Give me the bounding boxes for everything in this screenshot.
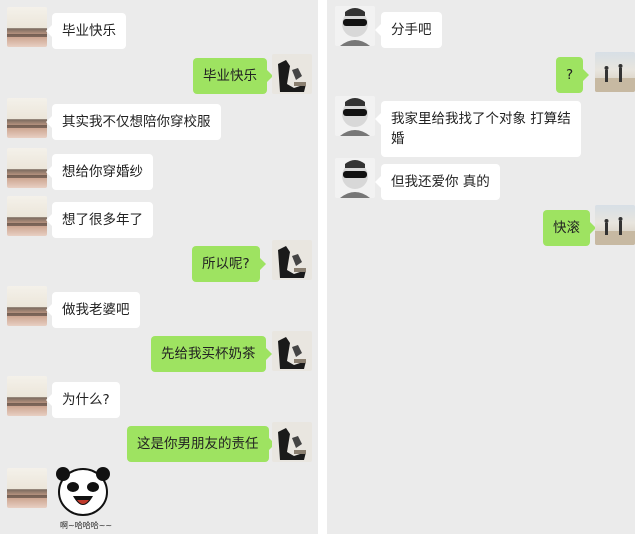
self-avatar-icon[interactable] [272, 54, 312, 94]
sunglasses-man-avatar-icon[interactable] [335, 6, 375, 46]
message-outgoing: ? [556, 57, 590, 93]
message-incoming: 做我老婆吧 [46, 292, 140, 328]
contact-avatar-icon[interactable] [7, 468, 47, 508]
panda-laugh-sticker-icon[interactable] [52, 466, 114, 518]
message-incoming: 我家里给我找了个对象 打算结婚 [375, 101, 581, 157]
message-incoming: 但我还爱你 真的 [375, 164, 500, 200]
message-incoming: 为什么? [46, 382, 120, 418]
sunglasses-man-avatar-icon[interactable] [335, 96, 375, 136]
message-outgoing: 毕业快乐 [193, 58, 273, 94]
right-chat-panel: 分手吧 ? 我家里给我找了个对象 打算结婚 但我还爱你 真的 快滚 [327, 0, 635, 534]
left-chat-panel: 毕业快乐 毕业快乐 其实我不仅想陪你穿校服 想给你穿婚纱 想了很多年了 所以呢?… [0, 0, 318, 534]
message-outgoing: 快滚 [543, 210, 596, 246]
message-incoming: 分手吧 [375, 12, 442, 48]
message-incoming: 想了很多年了 [46, 202, 153, 238]
contact-avatar-icon[interactable] [7, 286, 47, 326]
self-avatar-icon[interactable] [272, 240, 312, 280]
sunglasses-man-avatar-icon[interactable] [335, 158, 375, 198]
message-outgoing: 先给我买杯奶茶 [151, 336, 271, 372]
message-outgoing: 所以呢? [192, 246, 266, 282]
message-incoming: 想给你穿婚纱 [46, 154, 153, 190]
sticker-caption: 啊~哈哈哈~~ [60, 521, 113, 530]
contact-avatar-icon[interactable] [7, 148, 47, 188]
message-incoming: 毕业快乐 [46, 13, 126, 49]
beach-avatar-icon[interactable] [595, 205, 635, 245]
message-incoming: 其实我不仅想陪你穿校服 [46, 104, 221, 140]
beach-avatar-icon[interactable] [595, 52, 635, 92]
message-outgoing: 这是你男朋友的责任 [127, 426, 274, 462]
self-avatar-icon[interactable] [272, 331, 312, 371]
contact-avatar-icon[interactable] [7, 196, 47, 236]
contact-avatar-icon[interactable] [7, 376, 47, 416]
self-avatar-icon[interactable] [272, 422, 312, 462]
contact-avatar-icon[interactable] [7, 98, 47, 138]
contact-avatar-icon[interactable] [7, 7, 47, 47]
